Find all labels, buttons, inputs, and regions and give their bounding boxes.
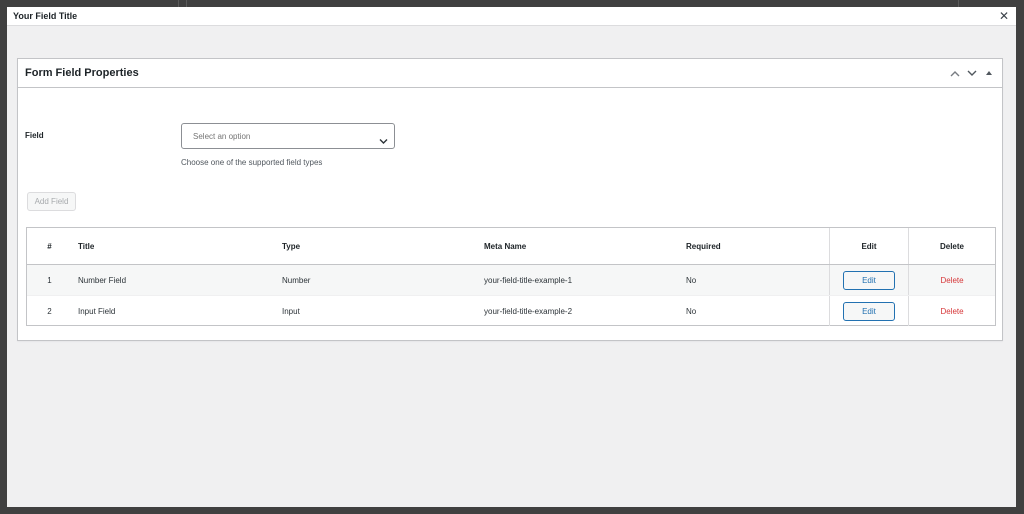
modal-title: Your Field Title	[13, 11, 78, 21]
row-title: Number Field	[72, 264, 276, 296]
select-placeholder: Select an option	[193, 131, 251, 141]
row-type: Number	[276, 264, 478, 296]
col-header-meta-name: Meta Name	[478, 228, 680, 265]
field-label: Field	[25, 131, 44, 140]
row-num: 1	[27, 264, 72, 296]
row-meta-name: your-field-title-example-1	[478, 264, 680, 296]
handle-actions	[948, 66, 996, 80]
field-form-row: Field Select an option Choose one of the…	[25, 123, 995, 177]
modal-header: Your Field Title ✕	[7, 7, 1016, 26]
row-num: 2	[47, 306, 52, 316]
chevron-down-icon	[379, 132, 388, 150]
col-header-num: #	[27, 228, 72, 265]
delete-link[interactable]: Delete	[940, 307, 963, 316]
row-type: Input	[282, 306, 300, 316]
col-header-delete: Delete	[908, 228, 995, 265]
row-required: No	[680, 264, 830, 296]
row-edit-cell: Edit	[829, 295, 909, 326]
modal-dialog: Your Field Title ✕ Form Field Properties…	[7, 7, 1016, 507]
row-delete-cell: Delete	[908, 264, 995, 296]
col-header-type: Type	[276, 228, 478, 265]
row-delete-cell: Delete	[908, 295, 995, 326]
row-edit-cell: Edit	[829, 264, 909, 296]
field-type-select[interactable]: Select an option	[181, 123, 395, 149]
add-field-button[interactable]: Add Field	[27, 192, 76, 211]
table-header-row: # Title Type Meta Name Required Edit Del…	[27, 228, 995, 265]
triangle-up-icon[interactable]	[982, 66, 996, 80]
edit-button[interactable]: Edit	[843, 301, 895, 321]
field-description: Choose one of the supported field types	[181, 158, 323, 167]
col-header-title: Title	[72, 228, 276, 265]
table-row: 2 Input Field Input your-field-title-exa…	[27, 295, 995, 326]
edit-button[interactable]: Edit	[843, 270, 895, 290]
postbox-header: Form Field Properties	[18, 59, 1002, 88]
table-row: 1 Number Field Number your-field-title-e…	[27, 264, 995, 296]
fields-table: # Title Type Meta Name Required Edit Del…	[26, 227, 996, 326]
col-header-edit: Edit	[829, 228, 909, 265]
form-field-properties-box: Form Field Properties Field Select an op…	[17, 58, 1003, 341]
chevron-down-icon[interactable]	[965, 66, 979, 80]
row-title: Input Field	[78, 306, 116, 316]
row-meta-name: your-field-title-example-2	[484, 306, 573, 316]
close-icon[interactable]: ✕	[998, 10, 1010, 22]
delete-link[interactable]: Delete	[940, 276, 963, 285]
col-header-required: Required	[680, 228, 830, 265]
row-required: No	[686, 306, 697, 316]
chevron-up-icon[interactable]	[948, 66, 962, 80]
postbox-title: Form Field Properties	[25, 67, 139, 79]
